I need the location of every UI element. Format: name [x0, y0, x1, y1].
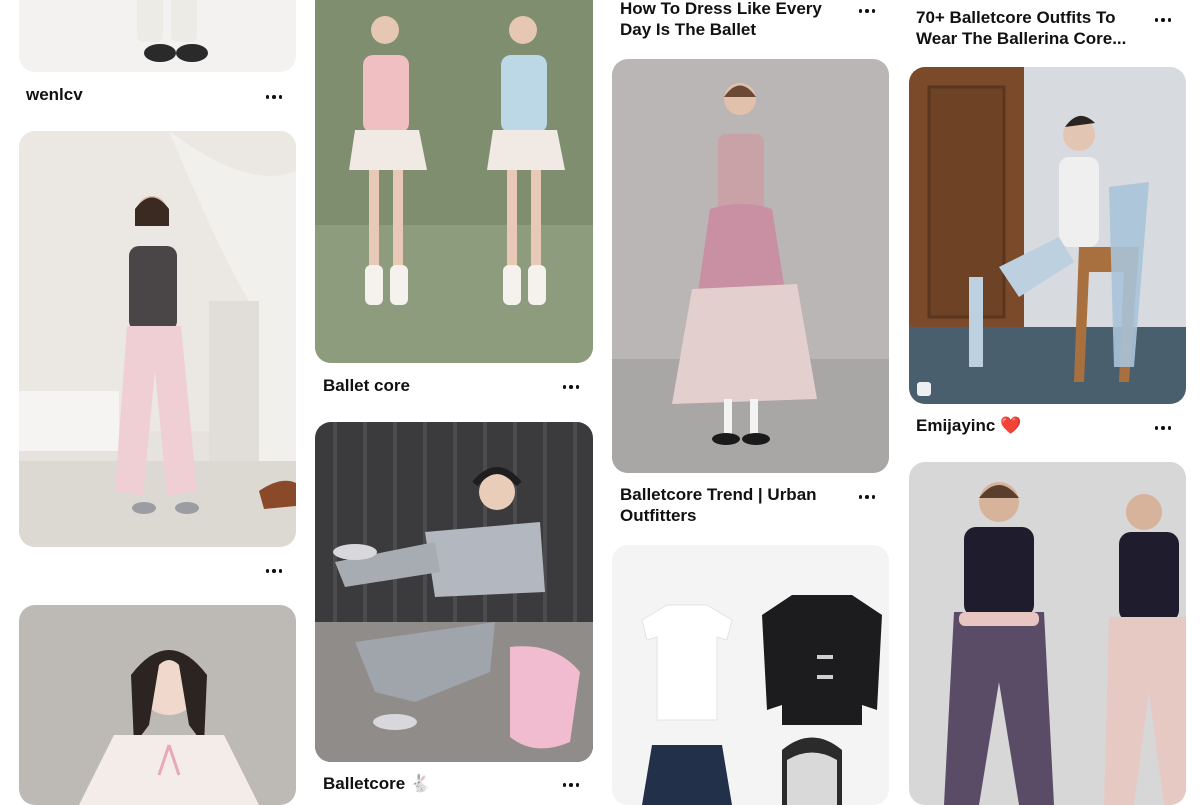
- pin-image-dancers[interactable]: [909, 462, 1186, 805]
- pin-image-tulle-skirt[interactable]: [612, 59, 889, 473]
- more-options-icon[interactable]: [262, 563, 286, 579]
- carousel-indicator-icon: [917, 382, 931, 396]
- pin-image-ballet-pair[interactable]: [315, 0, 593, 363]
- pin-title[interactable]: wenlcv: [26, 84, 256, 105]
- pin-title[interactable]: Emijayinc ❤️: [916, 415, 1146, 436]
- more-options-icon[interactable]: [855, 489, 879, 505]
- more-options-icon[interactable]: [855, 3, 879, 19]
- pin-title[interactable]: 70+ Balletcore Outfits To Wear The Balle…: [916, 7, 1146, 49]
- more-options-icon[interactable]: [1151, 12, 1175, 28]
- more-options-icon[interactable]: [559, 379, 583, 395]
- more-options-icon[interactable]: [262, 89, 286, 105]
- pin-image-leg-warmers[interactable]: [19, 0, 296, 72]
- pin-image-flat-lay[interactable]: [612, 545, 889, 805]
- pin-image-pink-pants[interactable]: [19, 131, 296, 547]
- pin-title[interactable]: Balletcore Trend | Urban Outfitters: [620, 484, 850, 526]
- pin-image-pink-ribbon-top[interactable]: [19, 605, 296, 805]
- more-options-icon[interactable]: [1151, 420, 1175, 436]
- pin-title[interactable]: How To Dress Like Every Day Is The Balle…: [620, 0, 850, 40]
- pin-image-headphones-model[interactable]: [315, 422, 593, 762]
- pin-image-chair-model[interactable]: [909, 67, 1186, 404]
- pin-title[interactable]: Ballet core: [323, 375, 553, 396]
